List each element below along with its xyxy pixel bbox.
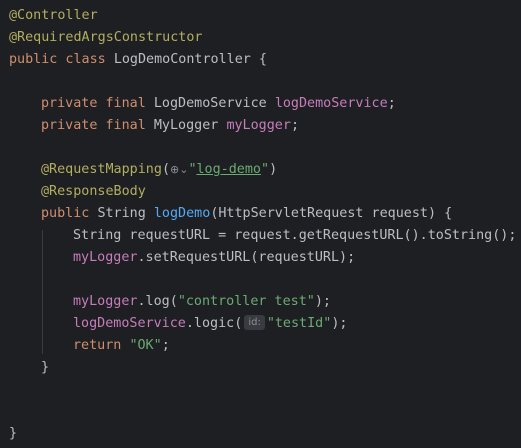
- annotation: @Controller: [9, 8, 98, 23]
- string-quote: ": [261, 162, 270, 177]
- code-line-6: private final MyLogger myLogger;: [41, 115, 299, 137]
- string-literal: "OK": [129, 338, 162, 353]
- code-line-12: myLogger.setRequestURL(requestURL);: [73, 247, 355, 269]
- keyword: public class: [9, 52, 114, 67]
- class-declaration: LogDemoController {: [113, 52, 267, 67]
- string-literal: "controller test": [177, 294, 315, 309]
- code-line-14: myLogger.log("controller test");: [73, 291, 331, 313]
- punctuation: ;: [387, 96, 396, 111]
- code-line-17: }: [41, 357, 49, 379]
- field-name: logDemoService: [73, 316, 186, 331]
- string-quote: ": [188, 162, 197, 177]
- closing-brace: }: [9, 426, 18, 441]
- code-editor[interactable]: @Controller @RequiredArgsConstructor pub…: [0, 0, 521, 448]
- annotation: @RequiredArgsConstructor: [9, 30, 203, 45]
- method-params: (HttpServletRequest request) {: [210, 206, 453, 221]
- closing-brace: }: [41, 360, 50, 375]
- statement: .logic(: [185, 316, 243, 331]
- parameter-hint: id:: [244, 315, 265, 330]
- type-name: String: [97, 206, 154, 221]
- method-name: logDemo: [153, 206, 211, 221]
- code-line-5: private final LogDemoService logDemoServ…: [41, 93, 396, 115]
- code-line-3: public class LogDemoController {: [9, 49, 267, 71]
- field-name: myLogger: [73, 250, 138, 265]
- code-line-1: @Controller: [9, 5, 98, 27]
- code-line-8: @RequestMapping(⊕⌄"log-demo"): [41, 159, 277, 181]
- field-name: logDemoService: [274, 96, 388, 111]
- punctuation: (: [161, 162, 170, 177]
- annotation: @RequestMapping: [41, 162, 162, 177]
- punctuation: );: [331, 316, 348, 331]
- statement: .log(: [137, 294, 178, 309]
- code-line-15: logDemoService.logic(id: "testId");: [73, 313, 347, 335]
- code-line-11: String requestURL = request.getRequestUR…: [73, 225, 516, 247]
- statement: String requestURL = request.getRequestUR…: [73, 228, 517, 243]
- request-path-link[interactable]: log-demo: [197, 162, 262, 177]
- globe-icon[interactable]: ⊕⌄: [170, 159, 188, 181]
- punctuation: ;: [290, 118, 299, 133]
- code-line-20: }: [9, 423, 17, 445]
- field-name: myLogger: [73, 294, 138, 309]
- punctuation: );: [314, 294, 331, 309]
- annotation: @ResponseBody: [41, 184, 146, 199]
- punctuation: ;: [161, 338, 170, 353]
- keyword: private final: [41, 96, 154, 111]
- code-line-16: return "OK";: [73, 335, 170, 357]
- string-literal: "testId": [266, 316, 332, 331]
- statement: .setRequestURL(requestURL);: [137, 250, 356, 265]
- field-name: myLogger: [226, 118, 291, 133]
- keyword: public: [41, 206, 98, 221]
- type-name: MyLogger: [153, 118, 227, 133]
- type-name: LogDemoService: [153, 96, 275, 111]
- keyword: return: [73, 338, 130, 353]
- indent-guide: [42, 230, 43, 354]
- keyword: private final: [41, 118, 154, 133]
- punctuation: ): [269, 162, 278, 177]
- code-line-9: @ResponseBody: [41, 181, 146, 203]
- code-line-10: public String logDemo(HttpServletRequest…: [41, 203, 452, 225]
- code-line-2: @RequiredArgsConstructor: [9, 27, 202, 49]
